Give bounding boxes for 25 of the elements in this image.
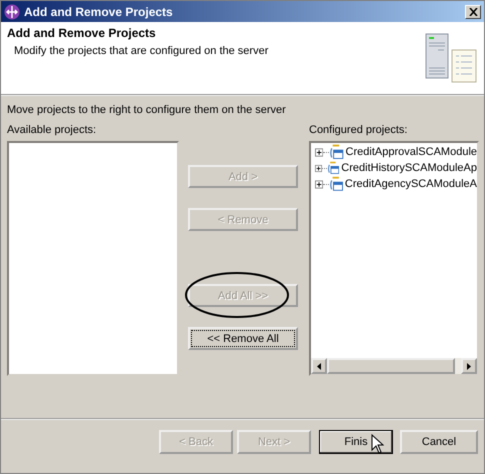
tree-item[interactable]: CreditApprovalSCAModule <box>346 146 477 158</box>
scroll-left-icon[interactable] <box>317 362 321 370</box>
instruction-text: Move projects to the right to configure them on the server <box>7 104 287 116</box>
close-button[interactable] <box>465 4 481 18</box>
tree-item[interactable]: CreditHistorySCAModuleAp <box>341 162 477 174</box>
expand-icon[interactable] <box>315 180 324 188</box>
list-label: Available projects: <box>7 123 98 137</box>
close-icon <box>468 8 478 16</box>
module-icon <box>328 176 343 192</box>
module-icon <box>328 144 344 160</box>
page-title: Add and Remove Projects <box>7 26 157 40</box>
list-label: Configured projects: <box>309 123 408 137</box>
horizontal-scrollbar[interactable] <box>311 358 477 374</box>
wizard-button[interactable]: Finis <box>319 430 393 454</box>
wizard-button[interactable]: Cancel <box>400 430 478 454</box>
expand-icon[interactable] <box>315 148 324 156</box>
scroll-right-icon[interactable] <box>467 362 471 370</box>
configured-projects-tree[interactable]: CreditApprovalSCAModule CreditHistorySCAModuleAp CreditAgencySCAModuleA <box>309 141 479 376</box>
window-title: Add and Remove Projects <box>24 4 174 18</box>
expand-icon[interactable] <box>315 164 322 172</box>
page-description: Modify the projects that are configured on the server <box>13 45 268 57</box>
tree-item[interactable]: CreditAgencySCAModuleA <box>344 178 477 190</box>
app-icon <box>4 4 20 20</box>
module-icon <box>326 160 340 176</box>
move-button[interactable]: << Remove All <box>188 327 298 350</box>
